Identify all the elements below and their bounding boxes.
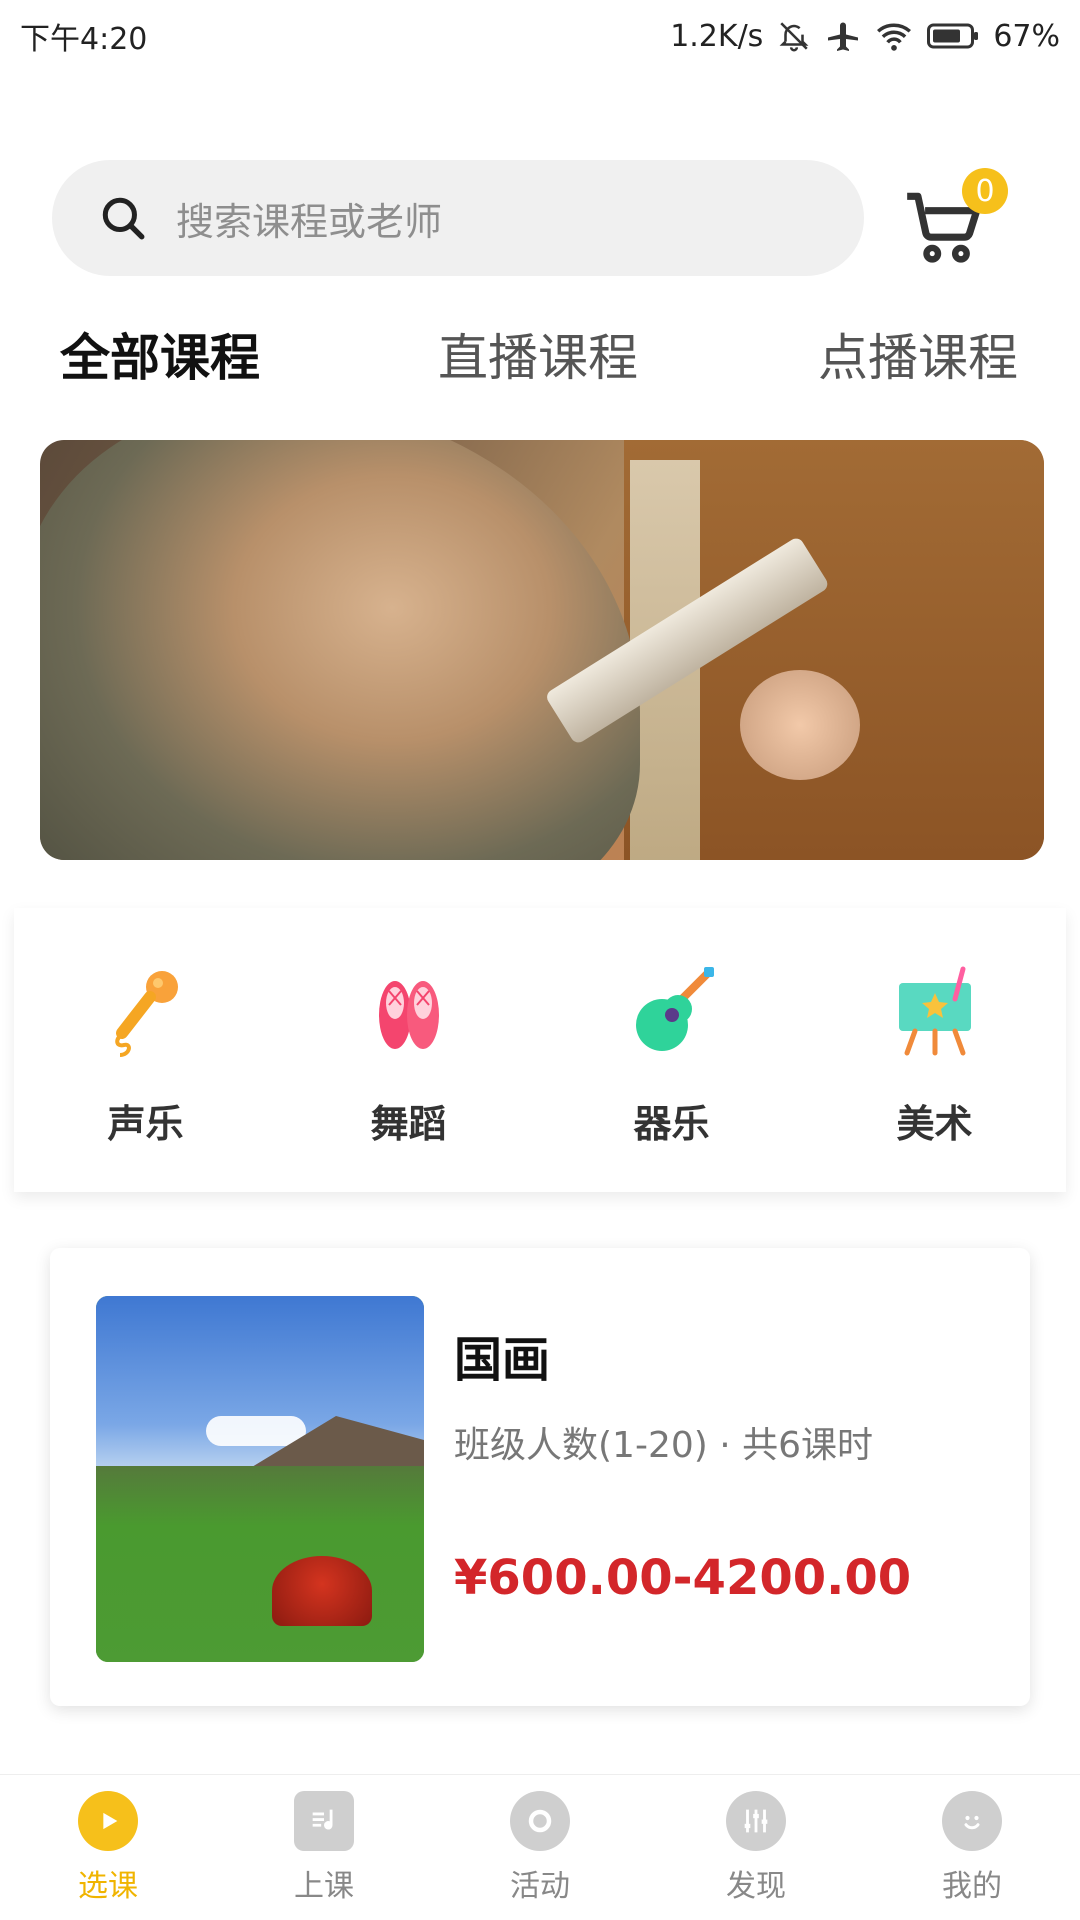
category-label: 美术 (896, 1101, 973, 1146)
banner-hand (740, 670, 860, 780)
tab-label: 点播课程 (818, 329, 1018, 387)
thumb-cloud (206, 1416, 306, 1446)
course-thumbnail (96, 1296, 424, 1662)
category-label: 器乐 (633, 1101, 710, 1146)
course-tabs: 全部课程 直播课程 点播课程 (0, 318, 1080, 398)
category-label: 舞蹈 (370, 1101, 447, 1146)
cart-badge: 0 (962, 168, 1008, 214)
nav-select-course[interactable]: 选课 (28, 1790, 188, 1905)
bottom-nav: 选课 上课 活动 发现 我的 (0, 1774, 1080, 1920)
thumb-field (96, 1466, 424, 1662)
course-meta: 班级人数(1-20) · 共6课时 (454, 1425, 874, 1466)
battery-icon (927, 22, 979, 50)
mute-icon (777, 19, 811, 53)
network-speed: 1.2K/s (670, 18, 764, 54)
category-vocal[interactable]: 声乐 (46, 953, 246, 1148)
guitar-icon (612, 953, 732, 1073)
search-input[interactable]: 搜索课程或老师 (52, 160, 864, 276)
category-instrument[interactable]: 器乐 (572, 953, 772, 1148)
microphone-icon (86, 953, 206, 1073)
easel-icon (875, 953, 995, 1073)
smile-icon (942, 1790, 1002, 1851)
nav-mine[interactable]: 我的 (892, 1790, 1052, 1905)
battery-level: 67% (993, 18, 1060, 54)
banner-person (40, 440, 640, 860)
banner-image[interactable] (40, 440, 1044, 860)
course-price: ¥600.00-4200.00 (454, 1550, 912, 1606)
category-label: 声乐 (107, 1101, 184, 1146)
category-dance[interactable]: 舞蹈 (309, 953, 509, 1148)
status-bar: 下午4:20 1.2K/s 67% (0, 0, 1080, 72)
tab-vod-courses[interactable]: 点播课程 (818, 318, 1018, 398)
course-title: 国画 (454, 1332, 551, 1388)
tab-all-courses[interactable]: 全部课程 (60, 318, 290, 398)
status-time: 下午4:20 (20, 22, 148, 57)
music-note-icon (294, 1790, 354, 1851)
nav-discover[interactable]: 发现 (676, 1790, 836, 1905)
ballet-shoes-icon (349, 953, 469, 1073)
tab-live-courses[interactable]: 直播课程 (438, 318, 638, 398)
record-icon (510, 1790, 570, 1851)
category-grid: 声乐 舞蹈 器乐 美术 (14, 908, 1066, 1192)
cart-button[interactable]: 0 (900, 168, 1010, 268)
nav-label: 我的 (942, 1868, 1002, 1904)
nav-label: 上课 (294, 1868, 354, 1904)
status-right: 1.2K/s 67% (670, 18, 1060, 54)
airplane-icon (825, 18, 861, 54)
category-art[interactable]: 美术 (835, 953, 1035, 1148)
course-card[interactable]: 国画 班级人数(1-20) · 共6课时 ¥600.00-4200.00 (50, 1248, 1030, 1706)
tab-label: 全部课程 (60, 329, 260, 387)
nav-label: 选课 (78, 1868, 138, 1904)
nav-label: 活动 (510, 1868, 570, 1904)
thumb-wagon (272, 1556, 372, 1626)
sliders-icon (726, 1790, 786, 1851)
nav-attend-class[interactable]: 上课 (244, 1790, 404, 1905)
search-icon (102, 197, 145, 240)
play-icon (78, 1790, 138, 1851)
tab-label: 直播课程 (438, 329, 638, 387)
nav-label: 发现 (726, 1868, 786, 1904)
search-placeholder: 搜索课程或老师 (176, 199, 443, 244)
search-row: 搜索课程或老师 0 (0, 160, 1080, 276)
nav-activity[interactable]: 活动 (460, 1790, 620, 1905)
wifi-icon (875, 19, 913, 53)
